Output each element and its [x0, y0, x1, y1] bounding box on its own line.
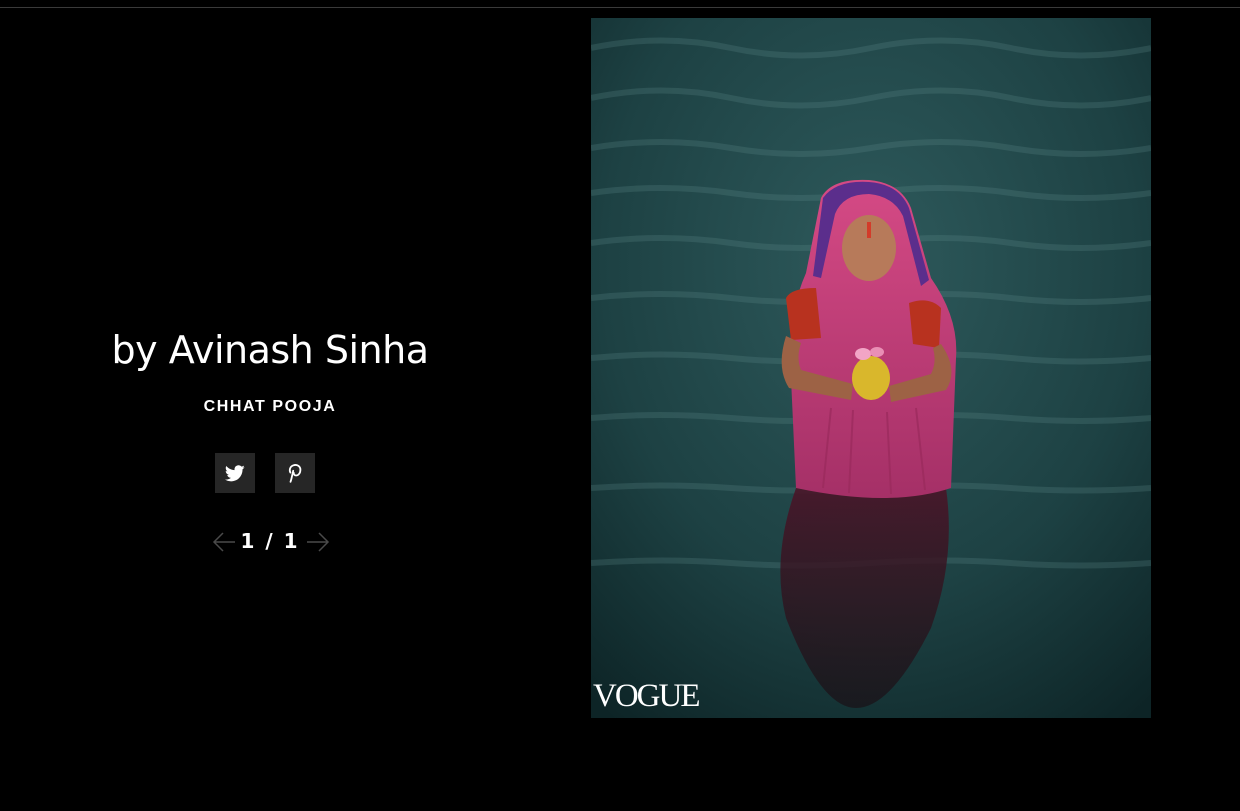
gallery-info-panel: by Avinash Sinha CHHAT POOJA 1 / 1	[0, 0, 540, 811]
gallery-photo[interactable]: VOGUE	[591, 18, 1151, 718]
photo-credit: by Avinash Sinha	[111, 328, 429, 372]
arrow-right-icon[interactable]	[305, 530, 331, 554]
gallery-pager: 1 / 1	[0, 526, 540, 558]
vogue-logo: VOGUE	[593, 678, 700, 714]
photo-caption: CHHAT POOJA	[203, 398, 337, 415]
page-counter: 1 / 1	[240, 529, 300, 553]
pinterest-icon	[288, 464, 302, 483]
twitter-share-button[interactable]	[215, 453, 255, 493]
pinterest-share-button[interactable]	[275, 453, 315, 493]
twitter-icon	[225, 464, 245, 481]
woman-in-water-illustration	[591, 18, 1151, 718]
vogue-watermark: VOGUE	[593, 678, 700, 714]
